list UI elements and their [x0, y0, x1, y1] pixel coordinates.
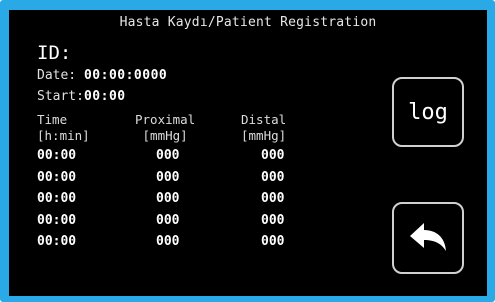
proximal-cell: 000: [156, 212, 180, 228]
proximal-cell: 000: [156, 191, 180, 206]
column-header-distal: Distal [mmHg]: [241, 112, 286, 144]
back-arrow-icon: [406, 218, 450, 258]
column-header-proximal-name: Proximal: [135, 112, 196, 127]
column-header-distal-name: Distal: [241, 112, 287, 127]
time-cell: 00:00: [37, 191, 77, 206]
start-line: Start:00:00: [37, 89, 126, 104]
patient-id-label: ID:: [37, 42, 72, 64]
start-value: 00:00: [83, 89, 126, 104]
column-header-time-name: Time: [37, 112, 68, 127]
distal-cell: 000: [261, 169, 285, 185]
distal-cell: 000: [261, 212, 285, 228]
column-header-time-unit: [h:min]: [37, 128, 90, 143]
time-cell: 00:00: [37, 234, 77, 249]
proximal-cell: 000: [156, 234, 180, 249]
screen-title: Hasta Kaydı/Patient Registration: [119, 15, 377, 30]
distal-cell: 000: [261, 191, 285, 206]
time-cell: 00:00: [37, 212, 77, 228]
time-cell: 00:00: [37, 169, 77, 185]
date-label: Date:: [37, 68, 77, 83]
column-header-distal-unit: [mmHg]: [241, 128, 287, 143]
date-line: Date: 00:00:0000: [37, 68, 167, 83]
distal-cell: 000: [261, 148, 285, 163]
column-header-time: Time [h:min]: [37, 112, 90, 144]
distal-cell: 000: [261, 234, 285, 249]
log-button[interactable]: log: [392, 77, 464, 147]
device-frame: Hasta Kaydı/Patient Registration ID: Dat…: [0, 0, 495, 302]
back-button[interactable]: [392, 202, 464, 274]
start-label: Start:: [37, 89, 84, 104]
proximal-cell: 000: [156, 169, 180, 185]
date-value: 00:00:0000: [83, 68, 168, 83]
display-screen: Hasta Kaydı/Patient Registration ID: Dat…: [9, 10, 487, 296]
time-cell: 00:00: [37, 148, 77, 163]
column-header-proximal-unit: [mmHg]: [142, 128, 188, 143]
proximal-cell: 000: [156, 148, 180, 163]
column-header-proximal: Proximal [mmHg]: [135, 112, 195, 144]
